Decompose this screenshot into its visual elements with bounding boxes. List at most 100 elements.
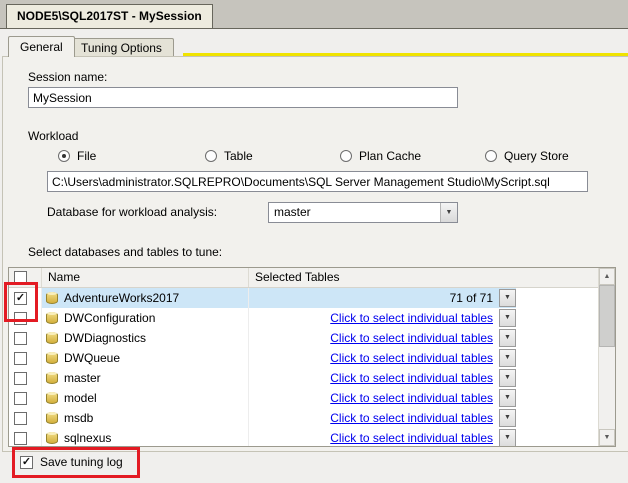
selected-tables-cell: 71 of 71 xyxy=(249,291,498,305)
table-row[interactable]: msdb Click to select individual tables ▼ xyxy=(9,408,516,428)
row-dropdown-button[interactable]: ▼ xyxy=(499,349,516,367)
save-tuning-log-label: Save tuning log xyxy=(40,455,123,469)
dta-window: NODE5\SQL2017ST - MySession General Tuni… xyxy=(0,0,628,483)
database-icon xyxy=(46,312,58,324)
tab-general[interactable]: General xyxy=(8,36,75,57)
table-row[interactable]: DWConfiguration Click to select individua… xyxy=(9,308,516,328)
radio-button-icon xyxy=(205,150,217,162)
row-dropdown-button[interactable]: ▼ xyxy=(499,389,516,407)
save-tuning-log-option[interactable]: ✓ Save tuning log xyxy=(20,455,123,469)
database-name: DWQueue xyxy=(64,351,121,365)
row-dropdown-button[interactable]: ▼ xyxy=(499,329,516,347)
workload-file-input[interactable] xyxy=(47,171,588,192)
selected-tables-cell: Click to select individual tables xyxy=(249,431,498,445)
database-icon xyxy=(46,332,58,344)
database-name-cell: AdventureWorks2017 xyxy=(42,288,249,308)
scroll-up-icon[interactable]: ▲ xyxy=(599,268,615,285)
selected-tables-cell: Click to select individual tables xyxy=(249,351,498,365)
row-checkbox-cell xyxy=(9,328,42,348)
database-name: sqlnexus xyxy=(64,431,112,445)
select-tables-link[interactable]: Click to select individual tables xyxy=(330,311,493,325)
row-checkbox-cell xyxy=(9,388,42,408)
workload-database-label: Database for workload analysis: xyxy=(47,205,218,219)
row-checkbox[interactable]: ✓ xyxy=(14,291,27,305)
selected-tables-cell: Click to select individual tables xyxy=(249,411,498,425)
document-tab-strip: NODE5\SQL2017ST - MySession xyxy=(0,0,628,28)
row-checkbox-cell xyxy=(9,368,42,388)
table-scrollbar[interactable]: ▲ ▼ xyxy=(598,268,615,446)
row-dropdown-button[interactable]: ▼ xyxy=(499,289,516,307)
database-name: DWDiagnostics xyxy=(64,331,147,345)
row-checkbox-cell xyxy=(9,428,42,446)
select-tables-link[interactable]: Click to select individual tables xyxy=(330,431,493,445)
row-checkbox[interactable] xyxy=(14,331,27,345)
select-tables-link[interactable]: Click to select individual tables xyxy=(330,351,493,365)
tab-tuning-options[interactable]: Tuning Options xyxy=(69,38,174,57)
table-row[interactable]: model Click to select individual tables ▼ xyxy=(9,388,516,408)
database-name: model xyxy=(64,391,97,405)
table-row[interactable]: ✓ AdventureWorks2017 71 of 71 ▼ xyxy=(9,288,516,308)
header-checkbox-cell xyxy=(9,268,42,287)
workload-radio-plan-cache[interactable]: Plan Cache xyxy=(340,149,485,163)
database-select-value: master xyxy=(274,205,311,219)
database-name-cell: DWQueue xyxy=(42,348,249,368)
session-document-tab[interactable]: NODE5\SQL2017ST - MySession xyxy=(6,4,213,28)
select-tables-link[interactable]: Click to select individual tables xyxy=(330,391,493,405)
row-checkbox[interactable] xyxy=(14,391,27,405)
database-icon xyxy=(46,392,58,404)
select-tables-link[interactable]: Click to select individual tables xyxy=(330,371,493,385)
table-row[interactable]: DWQueue Click to select individual tables… xyxy=(9,348,516,368)
radio-button-icon xyxy=(340,150,352,162)
database-icon xyxy=(46,432,58,444)
workload-radio-file[interactable]: File xyxy=(58,149,205,163)
database-name-cell: sqlnexus xyxy=(42,428,249,446)
select-tables-link[interactable]: Click to select individual tables xyxy=(330,331,493,345)
chevron-down-icon[interactable]: ▼ xyxy=(440,203,457,222)
table-header: Name Selected Tables xyxy=(9,268,598,288)
select-all-checkbox[interactable] xyxy=(14,271,27,284)
databases-table: Name Selected Tables ✓ AdventureWorks2017… xyxy=(8,267,616,447)
save-tuning-log-checkbox[interactable]: ✓ xyxy=(20,455,33,469)
workload-radio-table[interactable]: Table xyxy=(205,149,340,163)
table-row[interactable]: sqlnexus Click to select individual table… xyxy=(9,428,516,446)
row-checkbox-cell xyxy=(9,348,42,368)
table-row[interactable]: DWDiagnostics Click to select individual … xyxy=(9,328,516,348)
radio-button-icon xyxy=(485,150,497,162)
row-checkbox[interactable] xyxy=(14,411,27,425)
row-dropdown-button[interactable]: ▼ xyxy=(499,429,516,446)
database-name-cell: model xyxy=(42,388,249,408)
scrollbar-thumb[interactable] xyxy=(599,285,615,347)
database-select[interactable]: master ▼ xyxy=(268,202,458,223)
row-checkbox[interactable] xyxy=(14,311,27,325)
workload-label: Workload xyxy=(28,129,79,143)
session-name-label: Session name: xyxy=(28,70,108,84)
radio-label: Table xyxy=(224,149,253,163)
row-checkbox[interactable] xyxy=(14,371,27,385)
row-dropdown-button[interactable]: ▼ xyxy=(499,309,516,327)
radio-label: File xyxy=(77,149,97,163)
database-name: msdb xyxy=(64,411,94,425)
scroll-down-icon[interactable]: ▼ xyxy=(599,429,615,446)
row-checkbox-cell: ✓ xyxy=(9,288,42,308)
select-tables-link[interactable]: Click to select individual tables xyxy=(330,411,493,425)
select-databases-label: Select databases and tables to tune: xyxy=(28,245,223,259)
table-row[interactable]: master Click to select individual tables ▼ xyxy=(9,368,516,388)
database-name: master xyxy=(64,371,101,385)
session-name-input[interactable] xyxy=(28,87,458,108)
radio-button-icon xyxy=(58,150,70,162)
row-checkbox[interactable] xyxy=(14,431,27,445)
workload-radio-row: File Table Plan Cache Query Store xyxy=(58,148,569,164)
database-name: AdventureWorks2017 xyxy=(64,291,180,305)
selected-tables-count: 71 of 71 xyxy=(449,291,493,305)
row-checkbox[interactable] xyxy=(14,351,27,365)
database-icon xyxy=(46,352,58,364)
database-icon xyxy=(46,292,58,304)
database-icon xyxy=(46,412,58,424)
row-dropdown-button[interactable]: ▼ xyxy=(499,409,516,427)
radio-label: Plan Cache xyxy=(359,149,422,163)
selected-tables-cell: Click to select individual tables xyxy=(249,331,498,345)
database-name-cell: master xyxy=(42,368,249,388)
column-header-selected-tables: Selected Tables xyxy=(255,270,340,284)
row-dropdown-button[interactable]: ▼ xyxy=(499,369,516,387)
workload-radio-query-store[interactable]: Query Store xyxy=(485,149,569,163)
